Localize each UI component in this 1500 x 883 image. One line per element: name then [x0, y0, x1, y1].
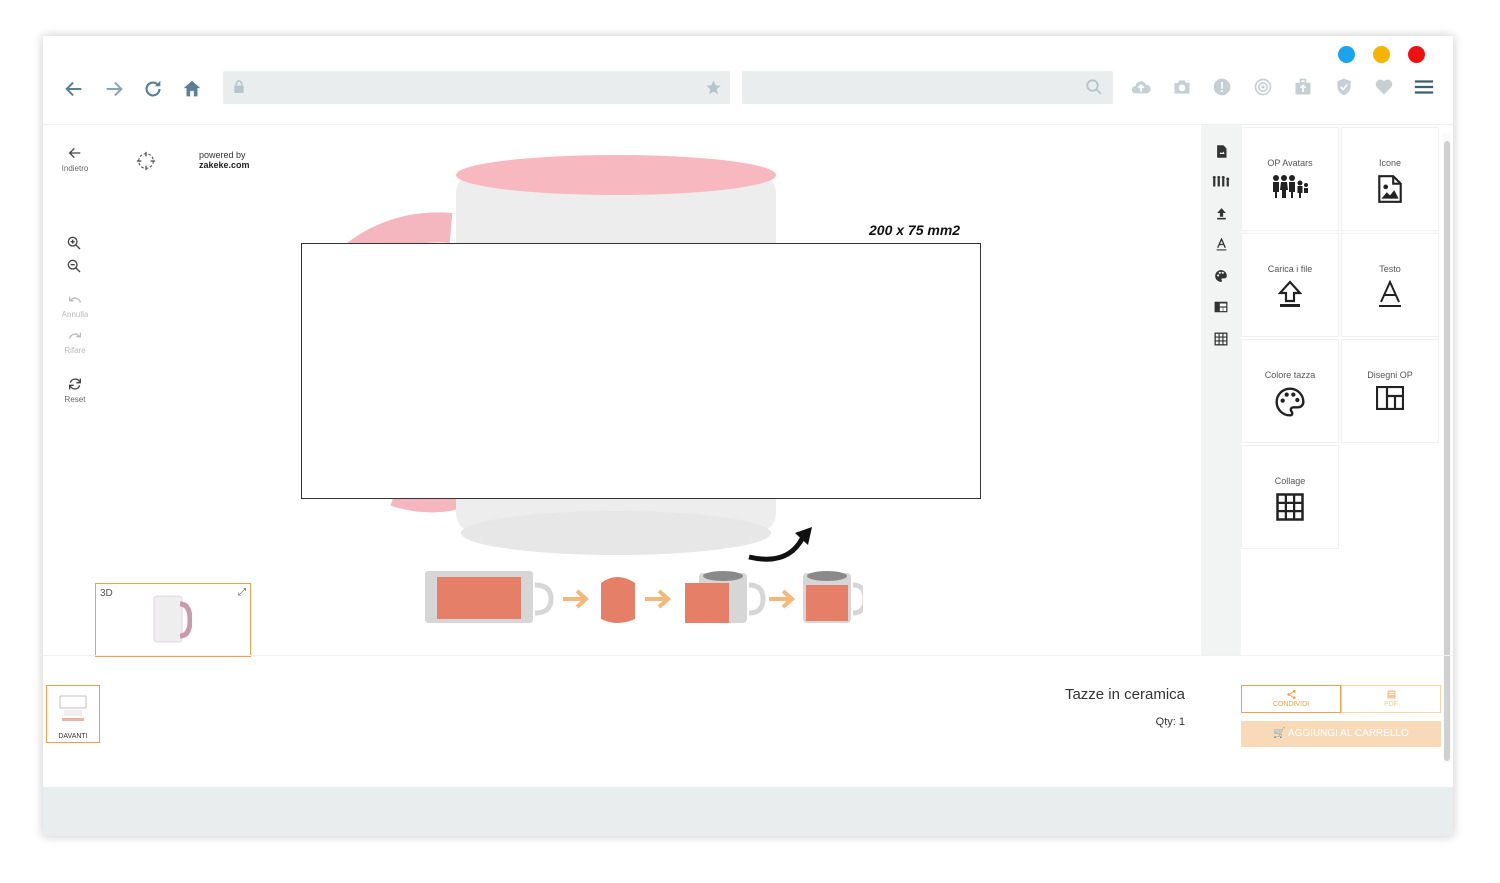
back-label: Indietro: [61, 164, 89, 173]
tool-strip: [1201, 125, 1241, 655]
rotate-arrow-icon: [745, 523, 817, 570]
design-canvas: Indietro powered by zakeke.com Annulla R…: [43, 125, 1201, 657]
product-name: Tazze in ceramica: [1064, 686, 1185, 703]
browser-footer: [43, 787, 1453, 836]
close-dot[interactable]: [1408, 46, 1425, 63]
zakeke-brand: zakeke.com: [199, 160, 250, 170]
home-icon[interactable]: [179, 76, 205, 102]
reset-icon: [69, 378, 81, 390]
hamburger-menu-icon[interactable]: [1413, 76, 1435, 98]
tile-disegni-op[interactable]: Disegni OP: [1341, 339, 1439, 443]
search-icon[interactable]: [1085, 78, 1103, 101]
pdf-label: PDF: [1384, 701, 1398, 708]
powered-by[interactable]: powered by zakeke.com: [199, 150, 250, 170]
redo-label: Rifare: [64, 346, 86, 355]
avatars-icon[interactable]: [1211, 172, 1231, 192]
palette-icon: [1242, 386, 1338, 418]
cart-label: AGGIUNGI AL CARRELLO: [1287, 728, 1409, 739]
side-thumb-image: [59, 695, 87, 721]
camera-icon[interactable]: [1171, 76, 1193, 98]
upload-icon[interactable]: [1211, 203, 1231, 223]
pdf-button[interactable]: PDF: [1341, 685, 1441, 713]
browser-window: Indietro powered by zakeke.com Annulla R…: [43, 36, 1453, 836]
redo-button[interactable]: Rifare: [53, 329, 97, 355]
avatars-icon: [1242, 174, 1338, 198]
share-button[interactable]: CONDIVIDI: [1241, 685, 1341, 713]
layout-icon[interactable]: [1211, 297, 1231, 317]
wrap-steps-illustration: [423, 567, 868, 637]
3d-preview-thumb[interactable]: 3D ⤢: [95, 583, 251, 657]
tile-colore-tazza[interactable]: Colore tazza: [1241, 339, 1339, 443]
undo-label: Annulla: [61, 310, 89, 319]
cart-icon: 🛒: [1273, 728, 1286, 739]
text-icon[interactable]: [1211, 234, 1231, 254]
heart-icon[interactable]: [1373, 76, 1395, 98]
side-thumb-front[interactable]: DAVANTI: [46, 685, 100, 743]
reload-icon[interactable]: [140, 76, 166, 102]
print-area[interactable]: [301, 243, 981, 499]
powered-by-text: powered by: [199, 150, 246, 160]
podcast-icon[interactable]: [1252, 76, 1274, 98]
upload-icon: [1242, 280, 1338, 308]
fullscreen-icon[interactable]: [135, 150, 157, 177]
back-icon: [68, 147, 81, 159]
redo-icon: [69, 332, 81, 339]
tile-label: OP Avatars: [1267, 158, 1313, 168]
tile-label: Disegni OP: [1367, 370, 1413, 380]
side-label: DAVANTI: [58, 733, 88, 740]
shield-icon[interactable]: [1333, 76, 1355, 98]
add-to-cart-button[interactable]: 🛒 AGGIUNGI AL CARRELLO: [1241, 721, 1441, 747]
maximize-dot[interactable]: [1373, 46, 1390, 63]
undo-icon: [69, 296, 81, 303]
layout-icon: [1342, 386, 1438, 410]
quantity-label: Qty: 1: [1155, 716, 1185, 728]
print-area-size-label: 200 x 75 mm2: [869, 222, 961, 238]
cloud-upload-icon[interactable]: [1130, 76, 1152, 98]
text-icon: [1342, 280, 1438, 308]
tile-label: Colore tazza: [1264, 370, 1316, 380]
window-controls: [1338, 46, 1425, 63]
mug-3d-image: [153, 595, 192, 643]
browser-toolbar: [43, 70, 1453, 106]
tile-label: Testo: [1379, 264, 1401, 274]
back-button[interactable]: Indietro: [53, 145, 97, 173]
undo-button[interactable]: Annulla: [53, 293, 97, 319]
image-file-icon: [1342, 174, 1438, 204]
grid-icon: [1242, 492, 1338, 522]
share-icon: [1286, 689, 1296, 700]
customizer-app: Indietro powered by zakeke.com Annulla R…: [43, 124, 1453, 789]
pdf-icon: [1386, 690, 1396, 699]
zoom-in-icon[interactable]: [66, 235, 82, 256]
alert-icon[interactable]: [1211, 76, 1233, 98]
tile-testo[interactable]: Testo: [1341, 233, 1439, 337]
tile-label: Icone: [1378, 158, 1402, 168]
palette-icon[interactable]: [1211, 266, 1231, 286]
share-label: CONDIVIDI: [1272, 701, 1310, 708]
search-field[interactable]: [742, 71, 1113, 104]
lock-icon: [231, 79, 247, 100]
tools-panel: OP Avatars Icone Carica i file Testo Col…: [1241, 125, 1441, 549]
minimize-dot[interactable]: [1338, 46, 1355, 63]
tile-label: Carica i file: [1267, 264, 1313, 274]
reset-label: Reset: [64, 395, 86, 404]
bottom-bar: DAVANTI Tazze in ceramica Qty: 1 CONDIVI…: [43, 655, 1453, 790]
3d-label: 3D: [100, 588, 113, 599]
expand-icon[interactable]: ⤢: [238, 587, 246, 598]
reset-button[interactable]: Reset: [53, 376, 97, 404]
share-box-icon[interactable]: [1292, 76, 1314, 98]
bookmark-star-icon[interactable]: [705, 79, 722, 101]
grid-icon[interactable]: [1211, 329, 1231, 349]
tile-label: Collage: [1274, 476, 1306, 486]
tile-icone[interactable]: Icone: [1341, 127, 1439, 231]
tile-collage[interactable]: Collage: [1241, 445, 1339, 549]
address-bar[interactable]: [223, 71, 730, 104]
product-icon[interactable]: [1211, 141, 1231, 161]
tile-op-avatars[interactable]: OP Avatars: [1241, 127, 1339, 231]
forward-arrow-icon[interactable]: [101, 76, 127, 102]
zoom-out-icon[interactable]: [66, 258, 82, 279]
back-arrow-icon[interactable]: [61, 76, 87, 102]
tile-carica-file[interactable]: Carica i file: [1241, 233, 1339, 337]
